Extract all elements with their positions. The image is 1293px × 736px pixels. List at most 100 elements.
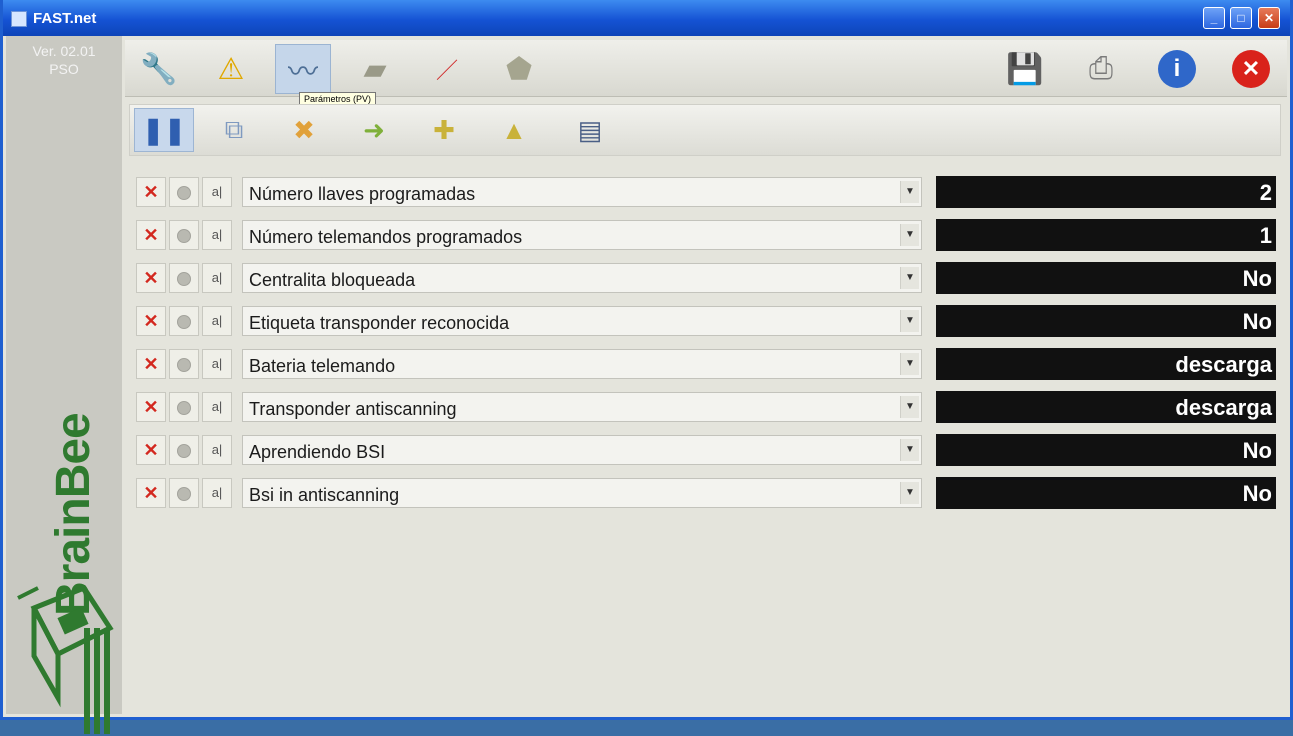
record-parameter-button[interactable] bbox=[169, 306, 199, 336]
folder-delete-button[interactable]: ✖ bbox=[274, 108, 334, 152]
window-title: FAST.net bbox=[33, 10, 97, 27]
close-icon: ✕ bbox=[1232, 50, 1270, 88]
diagnosis-button[interactable]: 🔧 bbox=[131, 44, 187, 94]
title-bar: FAST.net _ □ ✕ bbox=[3, 0, 1290, 36]
remove-icon: ✕ bbox=[143, 440, 159, 460]
edit-parameter-button[interactable]: a| bbox=[202, 306, 232, 336]
edit-icon: a| bbox=[211, 356, 223, 371]
record-parameter-button[interactable] bbox=[169, 263, 199, 293]
dropdown-arrow-icon[interactable]: ▼ bbox=[900, 482, 919, 504]
remove-parameter-button[interactable]: ✕ bbox=[136, 263, 166, 293]
pause-button[interactable]: ❚❚ bbox=[134, 108, 194, 152]
copy-button[interactable]: ⧉ bbox=[204, 108, 264, 152]
remove-parameter-button[interactable]: ✕ bbox=[136, 435, 166, 465]
parameter-label: Etiqueta transponder reconocida bbox=[249, 313, 510, 333]
graph-icon: ▤ bbox=[577, 114, 603, 145]
remove-parameter-button[interactable]: ✕ bbox=[136, 306, 166, 336]
edit-icon: a| bbox=[211, 399, 223, 414]
parameter-value: No bbox=[1242, 481, 1272, 506]
record-parameter-button[interactable] bbox=[169, 349, 199, 379]
record-parameter-button[interactable] bbox=[169, 478, 199, 508]
remove-parameter-button[interactable]: ✕ bbox=[136, 349, 166, 379]
record-parameter-button[interactable] bbox=[169, 392, 199, 422]
remove-icon: ✕ bbox=[143, 225, 159, 245]
sub-toolbar: ❚❚ ⧉ ✖ ➜ ✚ ▲ ▤ bbox=[129, 104, 1281, 156]
edit-parameter-button[interactable]: a| bbox=[202, 392, 232, 422]
info-board-icon: ⬟ bbox=[505, 52, 533, 86]
parameter-value: 1 bbox=[1259, 223, 1272, 248]
print-button[interactable]: ⎙ bbox=[1073, 44, 1129, 94]
help-button[interactable]: i bbox=[1149, 44, 1205, 94]
window-close-button[interactable]: ✕ bbox=[1258, 7, 1280, 29]
record-icon bbox=[177, 229, 191, 244]
folder-forward-icon: ➜ bbox=[363, 114, 385, 145]
parameter-label: Centralita bloqueada bbox=[249, 270, 416, 290]
parameter-select[interactable]: Transponder antiscanning ▼ bbox=[242, 392, 922, 422]
parameter-select[interactable]: Número llaves programadas ▼ bbox=[242, 177, 922, 207]
edit-icon: a| bbox=[211, 227, 223, 242]
parameter-select[interactable]: Aprendiendo BSI ▼ bbox=[242, 435, 922, 465]
remove-parameter-button[interactable]: ✕ bbox=[136, 177, 166, 207]
app-window: FAST.net _ □ ✕ Ver. 02.01 PSO BrainBee 🔧… bbox=[0, 0, 1293, 734]
edit-parameter-button[interactable]: a| bbox=[202, 177, 232, 207]
record-parameter-button[interactable] bbox=[169, 220, 199, 250]
dropdown-arrow-icon[interactable]: ▼ bbox=[900, 224, 919, 246]
remove-parameter-button[interactable]: ✕ bbox=[136, 220, 166, 250]
version-code: PSO bbox=[49, 61, 79, 77]
folder-forward-button[interactable]: ➜ bbox=[344, 108, 404, 152]
dropdown-arrow-icon[interactable]: ▼ bbox=[900, 310, 919, 332]
edit-parameter-button[interactable]: a| bbox=[202, 263, 232, 293]
pause-icon: ❚❚ bbox=[142, 114, 186, 145]
parameter-select[interactable]: Número telemandos programados ▼ bbox=[242, 220, 922, 250]
record-parameter-button[interactable] bbox=[169, 435, 199, 465]
graph-button[interactable]: ▤ bbox=[560, 108, 620, 152]
parameter-select[interactable]: Etiqueta transponder reconocida ▼ bbox=[242, 306, 922, 336]
save-button[interactable]: 💾 bbox=[997, 44, 1053, 94]
folder-up-button[interactable]: ▲ bbox=[484, 108, 544, 152]
parameter-value-box: descarga bbox=[936, 348, 1276, 380]
parameter-value: 2 bbox=[1259, 180, 1272, 205]
print-icon: ⎙ bbox=[1089, 52, 1113, 85]
parameter-label: Bateria telemando bbox=[249, 356, 396, 376]
edit-parameter-button[interactable]: a| bbox=[202, 435, 232, 465]
record-icon bbox=[177, 487, 191, 502]
info-board-button[interactable]: ⬟ bbox=[491, 44, 547, 94]
folder-delete-icon: ✖ bbox=[293, 114, 315, 145]
edit-parameter-button[interactable]: a| bbox=[202, 220, 232, 250]
parameter-select[interactable]: Bateria telemando ▼ bbox=[242, 349, 922, 379]
parameter-row: ✕ a| Número llaves programadas ▼ 2 bbox=[136, 176, 1278, 210]
edit-icon: a| bbox=[211, 313, 223, 328]
record-icon bbox=[177, 358, 191, 373]
activations-button[interactable]: ▰ bbox=[347, 44, 403, 94]
maximize-button[interactable]: □ bbox=[1230, 7, 1252, 29]
edit-icon: a| bbox=[211, 485, 223, 500]
parameter-value-box: 2 bbox=[936, 176, 1276, 208]
sidebar: Ver. 02.01 PSO BrainBee bbox=[6, 36, 122, 734]
parameter-value-box: descarga bbox=[936, 391, 1276, 423]
remove-parameter-button[interactable]: ✕ bbox=[136, 392, 166, 422]
parameter-row: ✕ a| Etiqueta transponder reconocida ▼ No bbox=[136, 305, 1278, 339]
edit-icon: a| bbox=[211, 270, 223, 285]
parameter-select[interactable]: Centralita bloqueada ▼ bbox=[242, 263, 922, 293]
parameters-button[interactable]: 〰 bbox=[275, 44, 331, 94]
record-parameter-button[interactable] bbox=[169, 177, 199, 207]
diagnosis-icon: 🔧 bbox=[140, 52, 178, 86]
remove-parameter-button[interactable]: ✕ bbox=[136, 478, 166, 508]
minimize-button[interactable]: _ bbox=[1203, 7, 1225, 29]
dropdown-arrow-icon[interactable]: ▼ bbox=[900, 181, 919, 203]
dropdown-arrow-icon[interactable]: ▼ bbox=[900, 267, 919, 289]
parameter-value-box: No bbox=[936, 477, 1276, 509]
dropdown-arrow-icon[interactable]: ▼ bbox=[900, 439, 919, 461]
folder-add-button[interactable]: ✚ bbox=[414, 108, 474, 152]
edit-parameter-button[interactable]: a| bbox=[202, 478, 232, 508]
edit-parameter-button[interactable]: a| bbox=[202, 349, 232, 379]
dropdown-arrow-icon[interactable]: ▼ bbox=[900, 353, 919, 375]
parameter-value-box: No bbox=[936, 305, 1276, 337]
dropdown-arrow-icon[interactable]: ▼ bbox=[900, 396, 919, 418]
adjust-button[interactable]: ／ bbox=[419, 44, 475, 94]
help-icon: i bbox=[1158, 50, 1196, 88]
parameter-select[interactable]: Bsi in antiscanning ▼ bbox=[242, 478, 922, 508]
warning-button[interactable]: ⚠ bbox=[203, 44, 259, 94]
close-button[interactable]: ✕ bbox=[1223, 44, 1279, 94]
activations-icon: ▰ bbox=[363, 52, 387, 86]
